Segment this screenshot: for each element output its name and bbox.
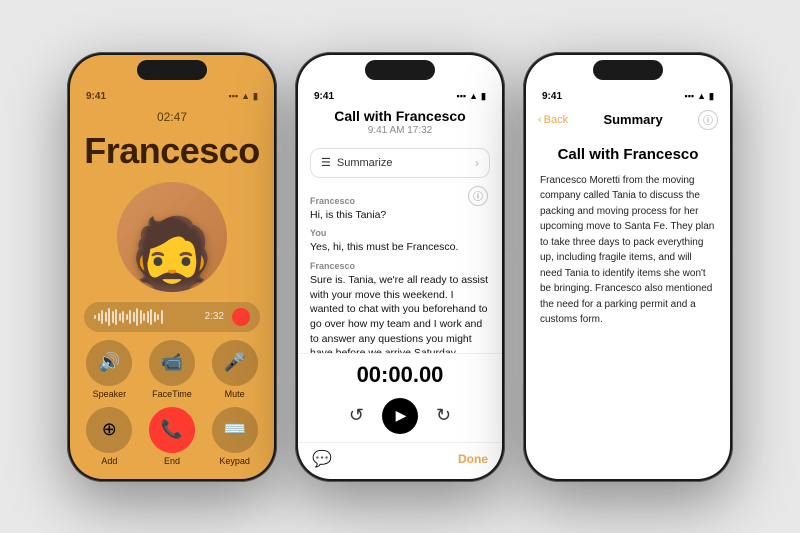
keypad-label: Keypad <box>219 456 250 466</box>
wifi-icon: ▲ <box>241 91 250 101</box>
keypad-button[interactable]: ⌨️ Keypad <box>207 407 262 466</box>
mute-icon: 🎤 <box>212 340 258 386</box>
summary-info-icon[interactable]: ⓘ <box>698 110 718 130</box>
msg-speaker-3: Francesco <box>310 261 490 271</box>
back-label: Back <box>544 114 568 126</box>
call-duration-top: 02:47 <box>70 110 274 124</box>
battery-icon: ▮ <box>253 91 258 102</box>
waveform-visual <box>94 308 197 326</box>
info-icon[interactable]: ⓘ <box>468 186 488 206</box>
speaker-label: Speaker <box>93 389 127 399</box>
facetime-icon: 📹 <box>149 340 195 386</box>
end-call-icon: 📞 <box>149 407 195 453</box>
back-button[interactable]: ‹ Back <box>538 114 568 126</box>
summarize-bar[interactable]: ☰ Summarize › <box>310 148 490 178</box>
signal-icon-3: ▪▪▪ <box>685 91 695 101</box>
add-button[interactable]: ⊕ Add <box>82 407 137 466</box>
status-time-1: 9:41 <box>86 91 106 102</box>
add-icon: ⊕ <box>86 407 132 453</box>
facetime-button[interactable]: 📹 FaceTime <box>145 340 200 399</box>
timer-display: 00:00.00 <box>298 362 502 388</box>
status-time-2: 9:41 <box>314 91 334 102</box>
transcript-time: 9:41 AM 17:32 <box>314 125 486 136</box>
transcript-messages: Francesco Hi, is this Tania? You Yes, hi… <box>298 184 502 353</box>
memoji-avatar: 🧔 <box>127 220 217 292</box>
record-indicator <box>232 308 250 326</box>
avatar-area: 🧔 <box>70 182 274 292</box>
done-button[interactable]: Done <box>458 452 488 466</box>
transcript-header: Call with Francesco 9:41 AM 17:32 <box>298 108 502 142</box>
msg-text-1: Hi, is this Tania? <box>310 208 490 223</box>
summarize-label: Summarize <box>337 157 393 169</box>
status-icons-3: ▪▪▪ ▲ ▮ <box>685 91 714 102</box>
caller-name: Francesco <box>70 130 274 172</box>
rewind-button[interactable]: ↺ <box>349 405 364 426</box>
summarize-left: ☰ Summarize <box>321 156 393 169</box>
end-label: End <box>164 456 180 466</box>
dynamic-island-2 <box>365 60 435 80</box>
forward-button[interactable]: ↻ <box>436 405 451 426</box>
transcript-title: Call with Francesco <box>314 108 486 124</box>
msg-speaker-1: Francesco <box>310 196 490 206</box>
dynamic-island-3 <box>593 60 663 80</box>
transcript-footer: 💬 Done <box>298 442 502 479</box>
mute-button[interactable]: 🎤 Mute <box>207 340 262 399</box>
end-call-button[interactable]: 📞 End <box>145 407 200 466</box>
battery-icon-2: ▮ <box>481 91 486 102</box>
summary-nav: ‹ Back Summary ⓘ <box>526 108 730 136</box>
wifi-icon-3: ▲ <box>697 91 706 101</box>
call-controls: 🔊 Speaker 📹 FaceTime 🎤 Mute ⊕ Add 📞 End … <box>70 340 274 466</box>
msg-speaker-2: You <box>310 228 490 238</box>
keypad-icon: ⌨️ <box>212 407 258 453</box>
phone-summary: 9:41 ▪▪▪ ▲ ▮ ‹ Back Summary ⓘ Call with … <box>523 52 733 482</box>
signal-icon-2: ▪▪▪ <box>457 91 467 101</box>
play-button[interactable]: ▶ <box>382 398 418 434</box>
chevron-left-icon: ‹ <box>538 114 542 126</box>
facetime-label: FaceTime <box>152 389 192 399</box>
status-time-3: 9:41 <box>542 91 562 102</box>
summarize-list-icon: ☰ <box>321 156 331 169</box>
summary-call-title: Call with Francesco <box>540 146 716 163</box>
speaker-button[interactable]: 🔊 Speaker <box>82 340 137 399</box>
add-label: Add <box>101 456 117 466</box>
phone-active-call: 9:41 ▪▪▪ ▲ ▮ 02:47 Francesco 🧔 <box>67 52 277 482</box>
summary-nav-title: Summary <box>603 112 662 127</box>
footer-chat-icon: 💬 <box>312 449 332 469</box>
waveform-time: 2:32 <box>205 311 224 322</box>
phone-transcript: 9:41 ▪▪▪ ▲ ▮ Call with Francesco 9:41 AM… <box>295 52 505 482</box>
waveform-area: 2:32 <box>84 302 260 332</box>
avatar-circle: 🧔 <box>117 182 227 292</box>
msg-text-2: Yes, hi, this must be Francesco. <box>310 240 490 255</box>
status-icons-2: ▪▪▪ ▲ ▮ <box>457 91 486 102</box>
wifi-icon-2: ▲ <box>469 91 478 101</box>
dynamic-island <box>137 60 207 80</box>
summarize-chevron-icon: › <box>475 156 479 170</box>
battery-icon-3: ▮ <box>709 91 714 102</box>
mute-label: Mute <box>225 389 245 399</box>
summary-content: Call with Francesco Francesco Moretti fr… <box>526 136 730 338</box>
summary-body-text: Francesco Moretti from the moving compan… <box>540 173 716 328</box>
playback-controls: ↺ ▶ ↻ <box>298 392 502 442</box>
speaker-icon: 🔊 <box>86 340 132 386</box>
signal-icon: ▪▪▪ <box>229 91 239 101</box>
status-icons-1: ▪▪▪ ▲ ▮ <box>229 91 258 102</box>
msg-text-3: Sure is. Tania, we're all ready to assis… <box>310 273 490 353</box>
timer-section: 00:00.00 <box>298 353 502 392</box>
